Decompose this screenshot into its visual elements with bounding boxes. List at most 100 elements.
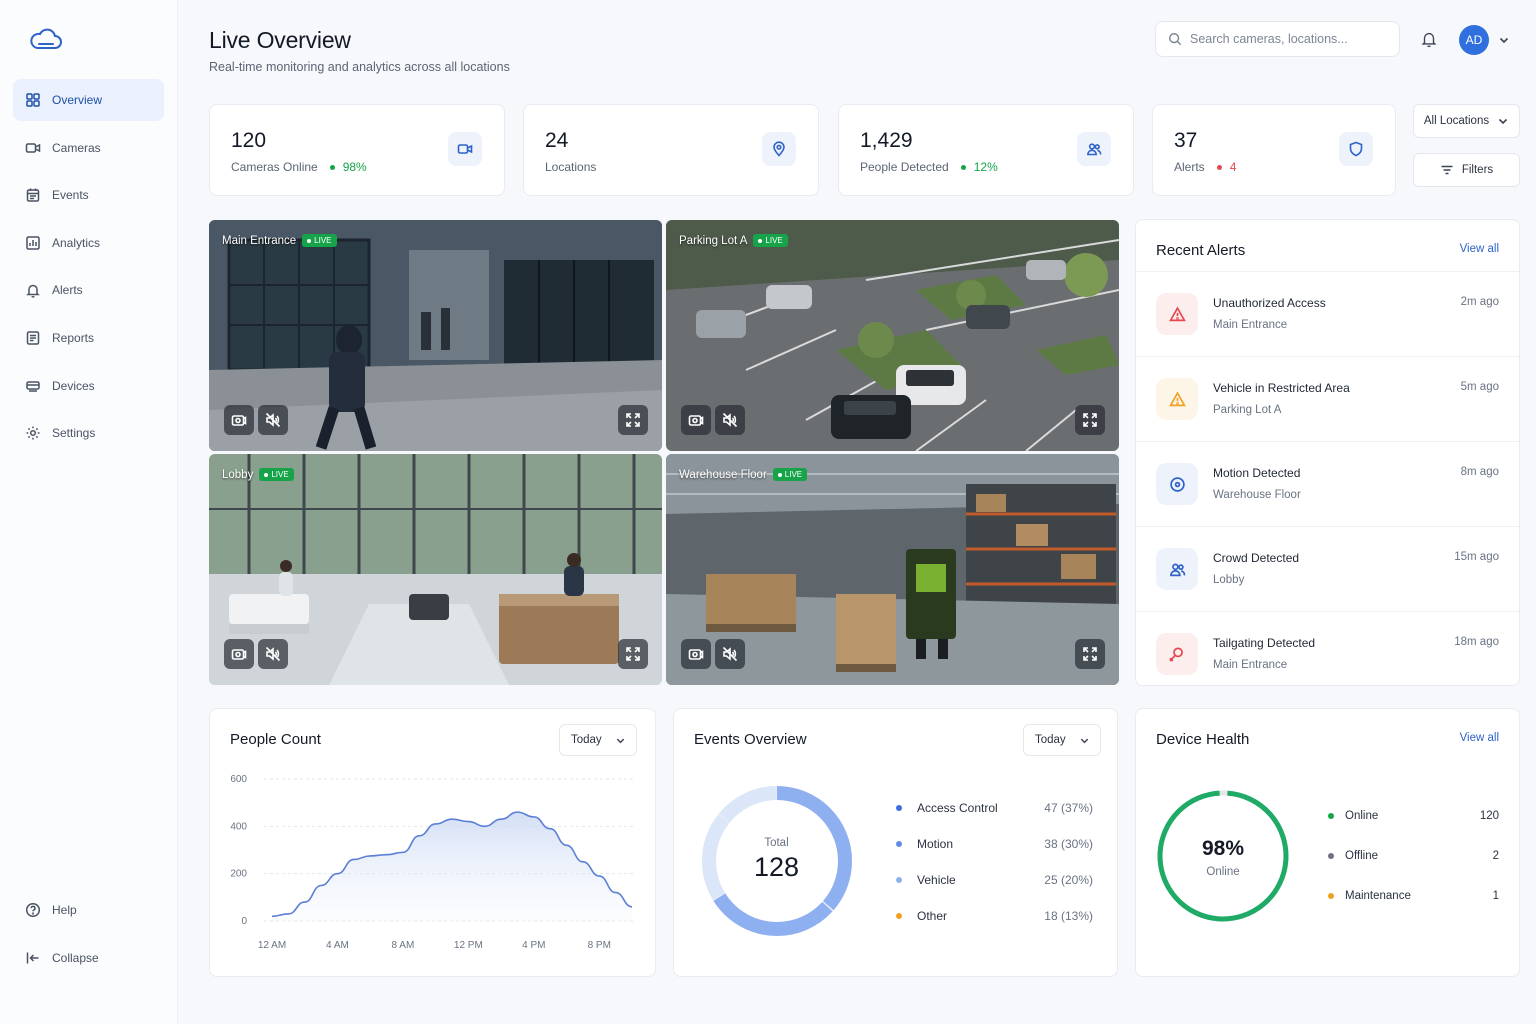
chevron-down-icon [1499,118,1508,125]
device-health-view-all-link[interactable]: View all [1460,732,1499,744]
alert-item[interactable]: Vehicle in Restricted Area Parking Lot A 5… [1136,356,1519,441]
sidebar-item-reports[interactable]: Reports [13,317,164,359]
legend-value: 47 (37%) [1044,801,1093,815]
help-icon [25,902,41,918]
search-input[interactable] [1190,32,1390,46]
locations-dropdown[interactable]: All Locations [1413,104,1520,138]
status-dot [1216,164,1222,170]
legend-dot [896,841,902,847]
snapshot-camera-icon[interactable] [224,639,254,669]
legend-value: 18 (13%) [1044,909,1093,923]
x-tick-label: 4 PM [522,940,545,951]
stat-label: Alerts [1174,160,1205,174]
sidebar-item-alerts[interactable]: Alerts [13,269,164,311]
expand-icon[interactable] [618,639,648,669]
snapshot-camera-icon[interactable] [224,405,254,435]
alert-item[interactable]: Unauthorized Access Main Entrance 2m ago [1136,271,1519,356]
alert-triangle-icon [1156,293,1198,335]
device-status-label: Online [1345,810,1379,822]
sidebar-item-settings[interactable]: Settings [13,412,164,454]
live-dot [307,238,312,243]
live-dot [264,472,269,477]
sidebar-item-collapse[interactable]: Collapse [13,937,164,979]
alert-title: Tailgating Detected [1213,636,1316,650]
sidebar-item-label: Events [52,188,89,203]
map-pin-icon [762,132,796,166]
camera-feed-lobby[interactable]: Lobby LIVE [209,454,662,685]
avatar[interactable]: AD [1459,25,1489,55]
alert-title: Unauthorized Access [1213,296,1326,310]
tailgate-icon [1156,633,1198,675]
snapshot-camera-icon[interactable] [681,639,711,669]
device-status-count: 2 [1492,850,1499,862]
sidebar-item-help[interactable]: Help [13,889,164,931]
live-badge-label: LIVE [765,236,783,245]
expand-icon[interactable] [1075,405,1105,435]
stat-card[interactable]: 24 Locations [523,104,819,196]
live-badge-label: LIVE [314,236,332,245]
device-status-count: 120 [1479,810,1499,822]
expand-icon[interactable] [618,405,648,435]
mute-icon[interactable] [715,639,745,669]
sidebar-item-events[interactable]: Events [13,174,164,216]
events-range-dropdown[interactable]: Today [1023,724,1101,756]
shield-icon [1339,132,1373,166]
live-badge: LIVE [772,468,808,481]
expand-icon[interactable] [1075,639,1105,669]
stat-value: 1,429 [860,129,913,152]
donut-total-label: Total [764,837,789,849]
x-tick-label: 12 AM [258,940,286,951]
stat-label-row: Alerts 4 [1174,160,1236,174]
alert-item[interactable]: Crowd Detected Lobby 15m ago [1136,526,1519,611]
x-tick-label: 4 AM [326,940,349,951]
stat-card[interactable]: 1,429 People Detected 12% [838,104,1134,196]
locations-dropdown-label: All Locations [1423,115,1490,127]
stat-value: 37 [1174,129,1198,152]
alert-item[interactable]: Tailgating Detected Main Entrance 18m ago [1136,611,1519,696]
stat-card[interactable]: 37 Alerts 4 [1152,104,1396,196]
bell-icon [25,282,41,298]
device-status-item: Offline [1328,850,1378,862]
chevron-down-icon[interactable] [1498,33,1510,45]
events-overview-title: Events Overview [694,731,807,748]
filters-button[interactable]: Filters [1413,153,1520,187]
gear-icon [25,425,41,441]
stat-label: People Detected [860,160,949,174]
legend-label: Motion [917,837,954,851]
stat-delta: 98% [329,160,367,174]
alert-time: 5m ago [1460,381,1499,393]
search-icon [1169,33,1182,46]
device-icon [25,378,41,394]
alert-location: Main Entrance [1213,659,1288,671]
camera-feed-main-entrance[interactable]: Main Entrance LIVE [209,220,662,451]
filters-button-label: Filters [1461,164,1494,176]
sidebar-item-devices[interactable]: Devices [13,365,164,407]
mute-icon[interactable] [258,405,288,435]
recent-alerts-panel: Recent Alerts View all Unauthorized Acce… [1135,219,1520,686]
alert-title: Vehicle in Restricted Area [1213,381,1350,395]
live-badge: LIVE [753,234,788,247]
sidebar-item-overview[interactable]: Overview [13,79,164,121]
camera-feed-warehouse-floor[interactable]: Warehouse Floor LIVE [666,454,1119,685]
sidebar-item-analytics[interactable]: Analytics [13,222,164,264]
search-box[interactable] [1155,21,1400,57]
notifications-bell-icon[interactable] [1418,28,1440,50]
legend-label: Other [917,909,948,923]
mute-icon[interactable] [258,639,288,669]
stat-delta: 12% [960,160,998,174]
device-status-count: 1 [1492,890,1499,902]
alert-item[interactable]: Motion Detected Warehouse Floor 8m ago [1136,441,1519,526]
stat-label: Cameras Online [231,160,318,174]
sidebar-bottom-nav: Help Collapse [13,889,164,984]
stat-label-row: Locations [545,160,596,174]
recent-alerts-view-all-link[interactable]: View all [1460,243,1499,255]
camera-name: Parking Lot A [679,234,748,247]
alert-location: Lobby [1213,574,1245,586]
device-status-item: Online [1328,810,1378,822]
sidebar-item-cameras[interactable]: Cameras [13,127,164,169]
stat-delta-value: 12% [973,160,998,174]
camera-feed-parking-lot-a[interactable]: Parking Lot A LIVE [666,220,1119,451]
mute-icon[interactable] [715,405,745,435]
stat-card[interactable]: 120 Cameras Online 98% [209,104,505,196]
snapshot-camera-icon[interactable] [681,405,711,435]
